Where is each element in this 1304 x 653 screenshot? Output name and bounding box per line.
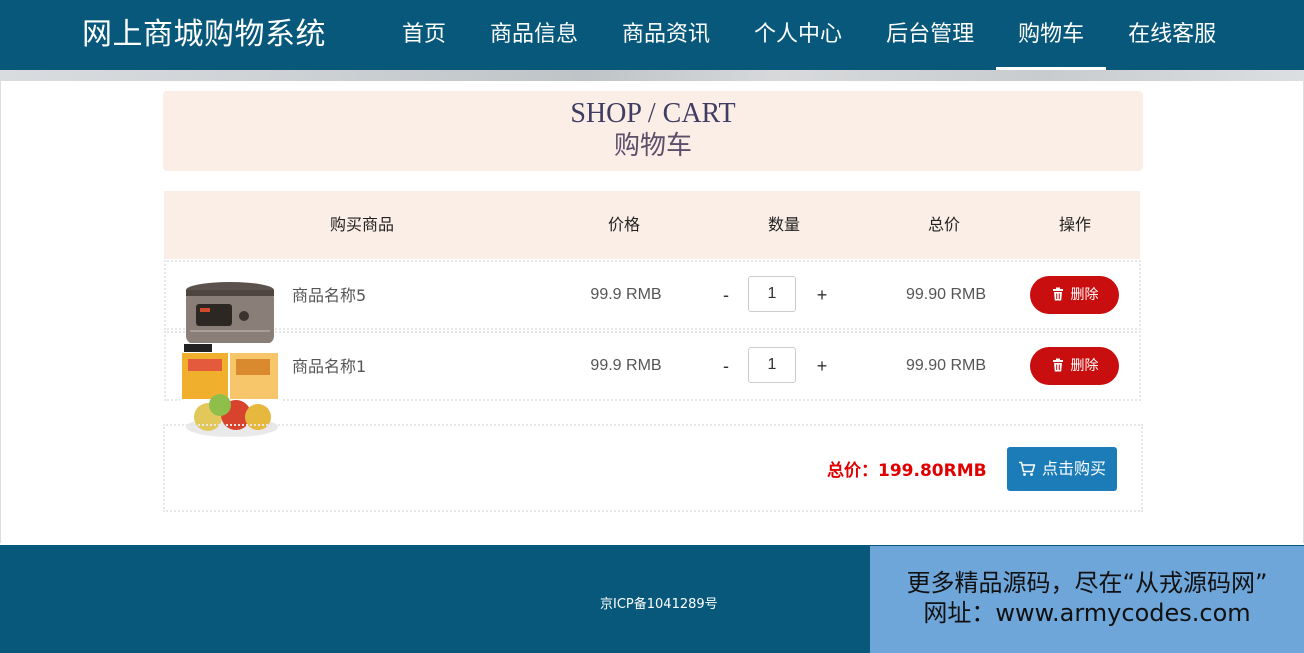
grand-total: 总价：199.80RMB <box>827 461 987 481</box>
nav-home[interactable]: 首页 <box>380 0 468 70</box>
delete-button[interactable]: 删除 <box>1030 347 1119 385</box>
site-brand[interactable]: 网上商城购物系统 <box>82 0 326 70</box>
main-nav: 首页 商品信息 商品资讯 个人中心 后台管理 购物车 在线客服 <box>380 0 1238 70</box>
page-title: SHOP / CART 购物车 <box>163 91 1143 171</box>
nav-admin[interactable]: 后台管理 <box>864 0 996 70</box>
cart-row: 商品名称1 99.9 RMB - 1 + 99.90 RMB 删除 <box>164 331 1141 401</box>
product-image-rice-cooker[interactable] <box>184 280 276 344</box>
product-name[interactable]: 商品名称5 <box>292 282 366 306</box>
unit-price: 99.9 RMB <box>590 357 662 374</box>
delete-label: 删除 <box>1070 287 1099 303</box>
increase-quantity-button[interactable]: + <box>812 333 832 399</box>
nav-profile[interactable]: 个人中心 <box>732 0 864 70</box>
delete-button[interactable]: 删除 <box>1030 276 1119 314</box>
increase-quantity-button[interactable]: + <box>812 262 832 328</box>
header-total: 总价 <box>927 215 960 234</box>
nav-news[interactable]: 商品资讯 <box>600 0 732 70</box>
decrease-quantity-button[interactable]: - <box>716 333 736 399</box>
line-total: 99.90 RMB <box>905 286 987 303</box>
trash-icon <box>1052 287 1063 301</box>
watermark-line-2: 网址：www.armycodes.com <box>923 599 1251 627</box>
quantity-input[interactable]: 1 <box>748 276 796 312</box>
product-name[interactable]: 商品名称1 <box>292 353 366 377</box>
watermark-overlay: 更多精品源码，尽在“从戎源码网” 网址：www.armycodes.com <box>870 546 1304 653</box>
trash-icon <box>1052 358 1063 372</box>
decrease-quantity-button[interactable]: - <box>716 262 736 328</box>
checkout-button[interactable]: 点击购买 <box>1007 447 1117 491</box>
cart-summary: 总价：199.80RMB 点击购买 <box>163 424 1143 512</box>
nav-products[interactable]: 商品信息 <box>468 0 600 70</box>
page-title-en: SHOP / CART <box>570 98 736 129</box>
nav-cart[interactable]: 购物车 <box>996 0 1107 70</box>
cart-table-header: 购买商品 价格 数量 总价 操作 <box>164 191 1140 259</box>
header-action: 操作 <box>1058 215 1091 234</box>
header-price: 价格 <box>607 215 640 234</box>
checkout-label: 点击购买 <box>1041 459 1106 478</box>
nav-support[interactable]: 在线客服 <box>1106 0 1238 70</box>
delete-label: 删除 <box>1070 358 1099 374</box>
cart-icon <box>1018 461 1036 476</box>
quantity-input[interactable]: 1 <box>748 347 796 383</box>
top-nav-bar: 网上商城购物系统 首页 商品信息 商品资讯 个人中心 后台管理 购物车 在线客服 <box>0 0 1304 70</box>
page-title-cn: 购物车 <box>613 131 692 161</box>
banner-strip <box>0 70 1304 81</box>
icp-record[interactable]: 京ICP备1041289号 <box>600 593 718 612</box>
watermark-line-1: 更多精品源码，尽在“从戎源码网” <box>906 569 1268 597</box>
header-quantity: 数量 <box>767 215 800 234</box>
line-total: 99.90 RMB <box>905 357 987 374</box>
unit-price: 99.9 RMB <box>590 286 662 303</box>
cart-row: 商品名称5 99.9 RMB - 1 + 99.90 RMB 删除 <box>164 260 1141 330</box>
header-product: 购买商品 <box>329 215 394 234</box>
